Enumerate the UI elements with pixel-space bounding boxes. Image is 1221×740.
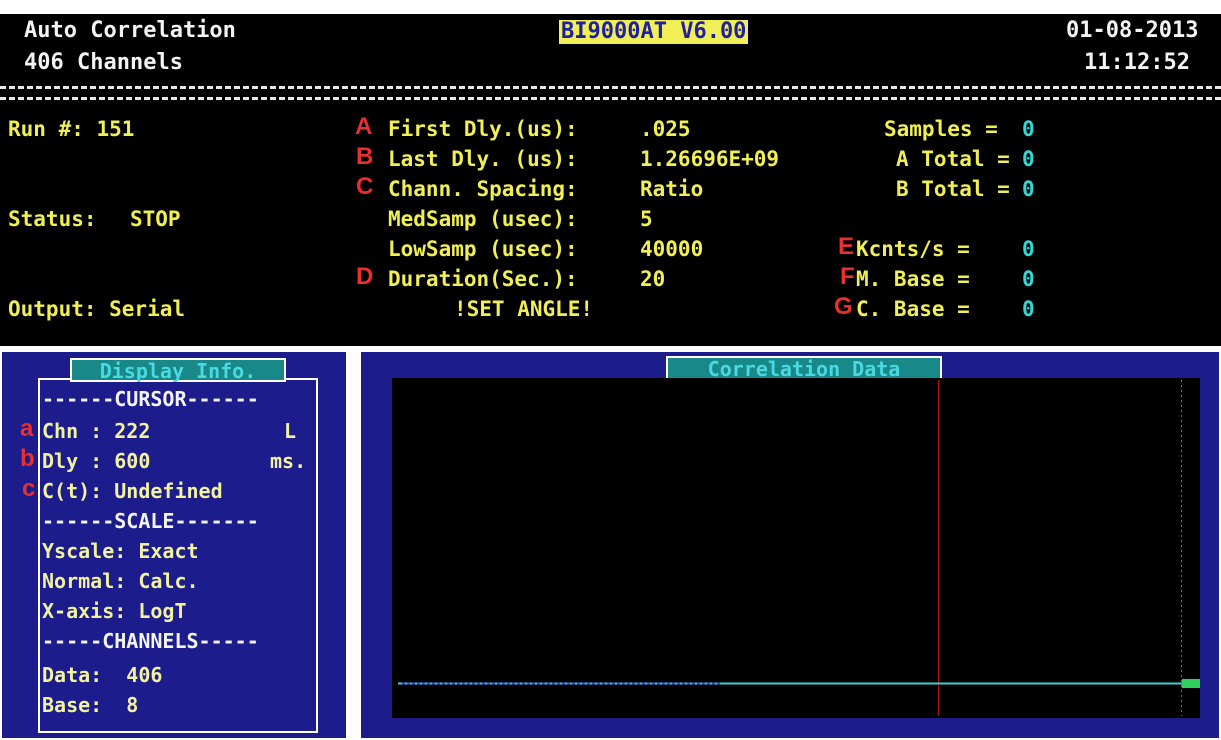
- set-angle-warning: !SET ANGLE!: [454, 297, 594, 321]
- data-end-marker: [1182, 679, 1200, 688]
- marker-b: b: [20, 445, 35, 472]
- correlation-data-title: Correlation Data: [666, 356, 942, 380]
- first-delay-value: .025: [640, 117, 691, 141]
- last-delay-label: Last Dly. (us):: [388, 147, 578, 171]
- channel-spacing-label: Chann. Spacing:: [388, 177, 578, 201]
- output-mode: Output: Serial: [8, 297, 186, 321]
- status-label: Status:: [8, 207, 97, 231]
- correlation-plot-svg: [398, 380, 1200, 716]
- marker-F: F: [840, 263, 855, 290]
- first-delay-label: First Dly.(us):: [388, 117, 578, 141]
- marker-D: D: [356, 263, 374, 290]
- display-info-title: Display Info.: [70, 358, 286, 382]
- cursor-channel-flag: L: [284, 419, 297, 443]
- cursor-channel: Chn : 222: [42, 419, 151, 443]
- data-channels: Data: 406: [42, 663, 163, 687]
- m-base-value: 0: [1022, 267, 1035, 291]
- c-base-label: C. Base =: [856, 297, 970, 321]
- xaxis-setting: X-axis: LogT: [42, 599, 187, 623]
- time-display: 11:12:52: [1084, 50, 1190, 75]
- cursor-delay: Dly : 600: [42, 449, 151, 473]
- a-total-value: 0: [1022, 147, 1035, 171]
- header-divider-bottom: [0, 97, 1221, 100]
- lowsamp-value: 40000: [640, 237, 704, 261]
- normal-setting: Normal: Calc.: [42, 569, 199, 593]
- date-display: 01-08-2013: [1066, 18, 1199, 43]
- a-total-label: A Total =: [896, 147, 1010, 171]
- software-version: BI9000AT V6.00: [559, 19, 749, 44]
- samples-value: 0: [1022, 117, 1035, 141]
- kcnts-label: Kcnts/s =: [856, 237, 970, 261]
- status-value: STOP: [130, 207, 181, 231]
- b-total-value: 0: [1022, 177, 1035, 201]
- channel-count: 406 Channels: [24, 50, 183, 75]
- mode-title: Auto Correlation: [24, 18, 236, 43]
- marker-c: c: [22, 475, 36, 502]
- lowsamp-label: LowSamp (usec):: [388, 237, 578, 261]
- last-delay-value: 1.26696E+09: [640, 147, 780, 171]
- medsamp-value: 5: [640, 207, 653, 231]
- kcnts-value: 0: [1022, 237, 1035, 261]
- channels-section-header: -----CHANNELS-----: [42, 629, 259, 653]
- duration-value: 20: [640, 267, 666, 291]
- base-channels: Base: 8: [42, 693, 139, 717]
- scale-section-header: ------SCALE-------: [42, 509, 259, 533]
- correlation-plot[interactable]: [392, 378, 1200, 718]
- marker-E: E: [838, 233, 855, 260]
- b-total-label: B Total =: [896, 177, 1010, 201]
- yscale-setting: Yscale: Exact: [42, 539, 199, 563]
- marker-C: C: [356, 173, 374, 200]
- marker-G: G: [834, 293, 853, 320]
- samples-label: Samples =: [884, 117, 998, 141]
- marker-A: A: [355, 113, 373, 140]
- marker-a: a: [20, 415, 34, 442]
- cursor-section-header: ------CURSOR------: [42, 387, 259, 411]
- medsamp-label: MedSamp (usec):: [388, 207, 578, 231]
- duration-label: Duration(Sec.):: [388, 267, 578, 291]
- cursor-delay-unit: ms.: [270, 449, 307, 473]
- cursor-correlation: C(t): Undefined: [42, 479, 223, 503]
- c-base-value: 0: [1022, 297, 1035, 321]
- m-base-label: M. Base =: [856, 267, 970, 291]
- run-number: Run #: 151: [8, 117, 135, 141]
- channel-spacing-value: Ratio: [640, 177, 704, 201]
- header-divider-top: [0, 86, 1221, 89]
- marker-B: B: [356, 143, 374, 170]
